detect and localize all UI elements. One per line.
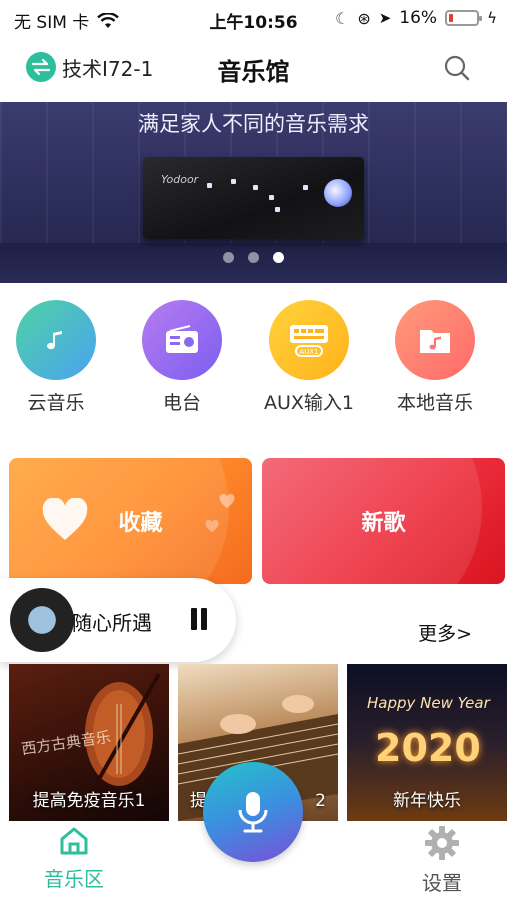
category-label: 云音乐 xyxy=(27,392,85,414)
now-playing-bar[interactable]: 随心所遇 xyxy=(0,578,236,662)
device-led xyxy=(207,183,212,188)
nav-bar: 技术I72-1 音乐馆 xyxy=(0,36,507,102)
tab-label: 设置 xyxy=(422,871,462,895)
aux-input-icon: AUX1 xyxy=(290,325,328,357)
album-label: 提高免疫音乐1 xyxy=(32,791,146,811)
microphone-icon xyxy=(238,792,268,833)
music-note-icon xyxy=(47,331,62,350)
category-label: AUX输入1 xyxy=(263,392,354,414)
carousel-dots xyxy=(0,252,507,263)
radio-icon xyxy=(166,325,198,353)
banner-device-image: Yodoor xyxy=(143,157,364,239)
aux-input-button[interactable]: AUX1 xyxy=(269,300,349,380)
local-music-button[interactable] xyxy=(395,300,475,380)
device-led xyxy=(253,185,258,190)
album-tile[interactable]: 西方古典音乐 提高免疫音乐1 xyxy=(9,664,169,821)
new-songs-label: 新歌 xyxy=(361,511,406,536)
banner-floor xyxy=(0,243,507,283)
carousel-dot[interactable] xyxy=(248,252,259,263)
banner-headline: 满足家人不同的音乐需求 xyxy=(138,112,369,136)
tab-settings[interactable]: 设置 xyxy=(397,825,487,896)
category-label: 本地音乐 xyxy=(396,392,473,414)
charging-icon: ϟ xyxy=(487,9,497,27)
device-led xyxy=(231,179,236,184)
voice-button[interactable] xyxy=(203,762,303,862)
new-songs-card[interactable]: 新歌 xyxy=(262,458,505,584)
heart-icon xyxy=(42,498,88,540)
battery-level xyxy=(449,14,454,22)
battery-icon xyxy=(445,10,483,26)
now-playing-title: 随心所遇 xyxy=(72,611,152,635)
gear-icon xyxy=(425,826,459,860)
home-icon xyxy=(60,827,88,855)
album-disc[interactable] xyxy=(10,588,74,652)
category-radio[interactable]: 电台 xyxy=(127,300,237,415)
category-label: 电台 xyxy=(162,392,201,414)
tab-label: 音乐区 xyxy=(44,867,104,891)
device-volume-knob xyxy=(324,179,352,207)
location-icon: ➤ xyxy=(378,9,392,27)
device-brand-logo: Yodoor xyxy=(161,173,199,186)
category-cloud-music[interactable]: 云音乐 xyxy=(1,300,111,415)
svg-text:AUX1: AUX1 xyxy=(299,348,318,356)
favorites-card[interactable]: 收藏 xyxy=(9,458,252,584)
more-link[interactable]: 更多> xyxy=(418,619,472,646)
album-tile[interactable]: Happy New Year 2020 新年快乐 xyxy=(347,664,507,821)
device-led xyxy=(275,207,280,212)
favorites-label: 收藏 xyxy=(118,511,163,536)
small-heart-icon xyxy=(205,520,219,533)
pause-icon[interactable] xyxy=(188,608,210,632)
tab-music[interactable]: 音乐区 xyxy=(29,825,119,892)
status-bar: 无 SIM 卡 上午10:56 ☾ ⊛ ➤ 16% ϟ xyxy=(0,0,507,36)
category-row: 云音乐 电台 AUX1 AUX输入1 本地音乐 xyxy=(0,300,507,420)
cloud-music-button[interactable] xyxy=(16,300,96,380)
album-overlay-year: 2020 xyxy=(375,726,481,770)
battery-percent: 16% xyxy=(399,8,438,28)
search-icon xyxy=(444,55,470,81)
music-folder-icon xyxy=(420,330,450,353)
device-led xyxy=(269,195,274,200)
search-button[interactable] xyxy=(443,54,473,84)
banner-carousel[interactable]: 满足家人不同的音乐需求 Yodoor xyxy=(0,102,507,283)
moon-icon: ☾ xyxy=(334,8,350,28)
rotation-lock-icon: ⊛ xyxy=(357,8,371,28)
category-aux-input[interactable]: AUX1 AUX输入1 xyxy=(254,300,364,415)
album-label: 新年快乐 xyxy=(393,791,461,811)
category-local-music[interactable]: 本地音乐 xyxy=(380,300,490,415)
small-heart-icon xyxy=(219,494,235,509)
carousel-dot[interactable] xyxy=(223,252,234,263)
album-overlay-text: Happy New Year xyxy=(367,694,490,712)
page-title: 音乐馆 xyxy=(217,58,290,86)
carousel-dot[interactable] xyxy=(273,252,284,263)
device-led xyxy=(303,185,308,190)
radio-button[interactable] xyxy=(142,300,222,380)
